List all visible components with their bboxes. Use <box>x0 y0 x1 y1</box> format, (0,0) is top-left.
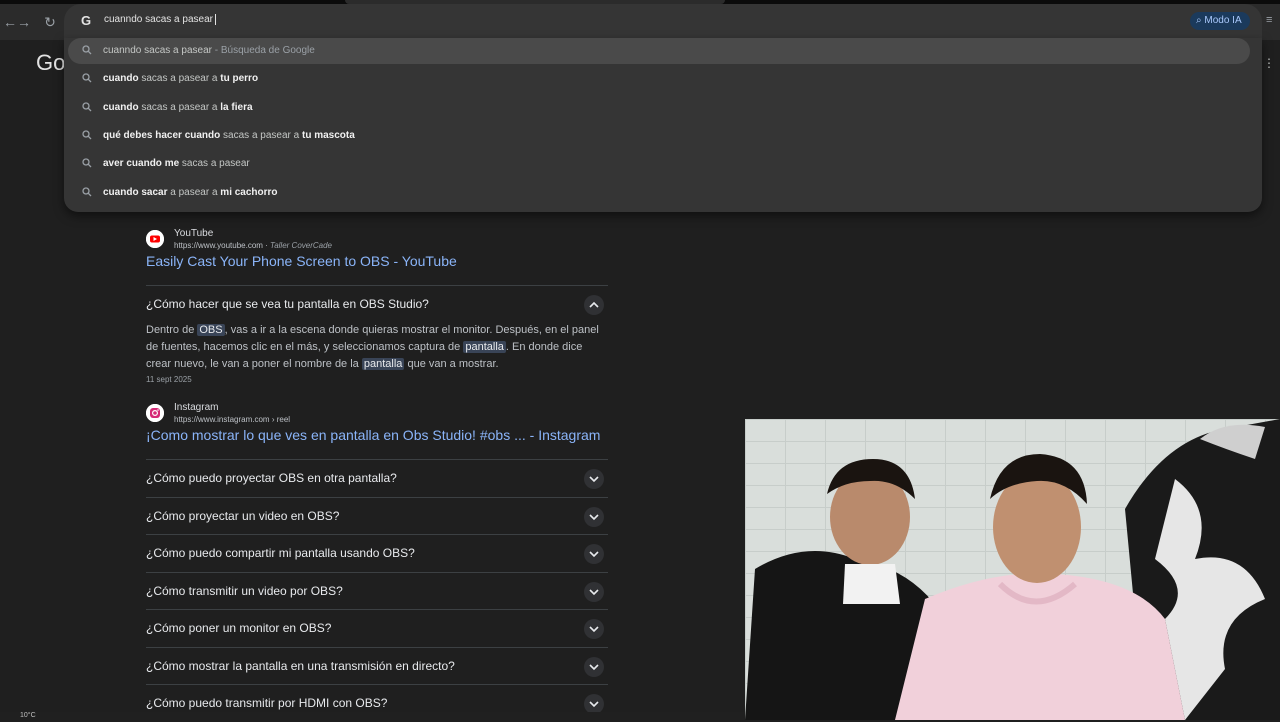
faq-item[interactable]: ¿Cómo transmitir un video por OBS? <box>146 571 608 610</box>
suggestion-item[interactable]: cuanndo sacas a pasear - Búsqueda de Goo… <box>68 38 1250 64</box>
google-logo-partial[interactable]: Go <box>36 50 65 76</box>
modo-ia-label: Modo IA <box>1204 15 1242 26</box>
search-icon <box>82 101 92 112</box>
faq-item[interactable]: ¿Cómo proyectar un video en OBS? <box>146 496 608 535</box>
chevron-down-icon[interactable] <box>584 581 604 602</box>
faq-item[interactable]: ¿Cómo mostrar la pantalla en una transmi… <box>146 646 608 685</box>
webcam-people-image <box>745 419 1280 720</box>
suggestion-item[interactable]: cuando sacas a pasear a tu perro <box>68 66 1250 92</box>
highlighted-term: pantalla <box>361 358 405 370</box>
chevron-down-icon[interactable] <box>584 544 604 564</box>
webcam-overlay <box>745 419 1280 720</box>
suggestion-text: aver cuando me sacas a pasear <box>103 158 250 169</box>
chevron-down-icon[interactable] <box>584 469 604 489</box>
faq-question: ¿Cómo mostrar la pantalla en una transmi… <box>146 658 455 673</box>
suggestion-text: cuando sacas a pasear a la fiera <box>103 102 253 113</box>
forward-arrow-icon[interactable]: → <box>14 12 34 32</box>
suggestion-fragment: la fiera <box>220 101 253 113</box>
suggestion-item[interactable]: cuando sacar a pasear a mi cachorro <box>68 180 1250 206</box>
faq-answer: Dentro de OBS, vas a ir a la escena dond… <box>146 322 608 373</box>
suggestion-fragment: tu perro <box>220 73 259 85</box>
search-icon <box>82 186 92 197</box>
chevron-down-icon[interactable] <box>584 619 604 639</box>
faq-item[interactable]: ¿Cómo puedo proyectar OBS en otra pantal… <box>146 459 608 497</box>
source-channel: Taller CoverCade <box>270 241 333 250</box>
chevron-down-icon[interactable] <box>584 694 604 714</box>
weather-temperature: 10°C <box>20 712 36 719</box>
result-youtube: YouTube https://www.youtube.com · Taller… <box>146 228 616 278</box>
faq-question: ¿Cómo hacer que se vea tu pantalla en OB… <box>146 297 429 311</box>
instagram-favicon-icon <box>146 404 164 422</box>
suggestion-fragment: tu mascota <box>301 129 355 141</box>
omnibox[interactable]: G cuanndo sacas a pasear <box>64 4 1262 38</box>
faq-item[interactable]: ¿Cómo poner un monitor en OBS? <box>146 609 608 647</box>
suggestion-fragment: cuando <box>103 101 139 113</box>
faq-open[interactable]: ¿Cómo hacer que se vea tu pantalla en OB… <box>146 285 608 323</box>
suggestion-text: cuando sacas a pasear a tu perro <box>103 73 258 84</box>
highlighted-term: OBS <box>197 324 225 336</box>
chevron-up-icon[interactable] <box>584 295 604 315</box>
faq-question: ¿Cómo puedo proyectar OBS en otra pantal… <box>146 471 397 485</box>
apps-grid-icon[interactable]: ⋮⋮ <box>1263 57 1280 69</box>
omnibox-input[interactable]: cuanndo sacas a pasear <box>104 14 216 25</box>
highlighted-term: pantalla <box>463 341 506 353</box>
source-path: › reel <box>269 415 291 424</box>
suggestion-fragment: qué debes hacer cuando <box>103 129 221 141</box>
text-caret <box>214 14 216 25</box>
omnibox-value: cuanndo sacas a pasear <box>104 14 213 26</box>
answer-text: Dentro de <box>146 324 198 336</box>
suggestion-fragment: sacas a pasear a <box>138 73 221 85</box>
source-url[interactable]: https://www.instagram.com › reel <box>174 415 290 424</box>
faq-item[interactable]: ¿Cómo puedo compartir mi pantalla usando… <box>146 534 608 572</box>
search-icon <box>82 73 92 83</box>
faq-question: ¿Cómo transmitir un video por OBS? <box>146 583 343 598</box>
suggestion-fragment: sacas a pasear a <box>138 101 221 113</box>
chevron-down-icon[interactable] <box>584 656 604 677</box>
suggestion-text: cuanndo sacas a pasear - Búsqueda de Goo… <box>103 45 315 56</box>
result-title-link[interactable]: Easily Cast Your Phone Screen to OBS - Y… <box>146 253 457 269</box>
taskbar: 10°C <box>0 712 745 720</box>
suggestion-fragment: - Búsqueda de Google <box>211 45 315 56</box>
source-url-text: https://www.youtube.com <box>174 241 263 250</box>
source-url-text: https://www.instagram.com <box>174 415 270 424</box>
source-url[interactable]: https://www.youtube.com · Taller CoverCa… <box>174 241 332 250</box>
suggestion-item[interactable]: aver cuando me sacas a pasear <box>68 151 1250 177</box>
suggestion-item[interactable]: cuando sacas a pasear a la fiera <box>68 95 1250 121</box>
search-icon <box>82 130 92 140</box>
faq-question: ¿Cómo puedo transmitir por HDMI con OBS? <box>146 696 388 710</box>
suggestion-text: qué debes hacer cuando sacas a pasear a … <box>103 130 355 141</box>
faq-question: ¿Cómo poner un monitor en OBS? <box>146 621 332 635</box>
reload-icon[interactable]: ↻ <box>40 12 60 32</box>
suggestion-fragment: sacas a pasear a <box>220 129 302 141</box>
suggestion-text: cuando sacar a pasear a mi cachorro <box>103 187 278 198</box>
google-g-icon: G <box>80 13 92 28</box>
youtube-favicon-icon <box>146 230 164 248</box>
faq-question: ¿Cómo puedo compartir mi pantalla usando… <box>146 546 415 560</box>
suggestion-fragment: mi cachorro <box>220 186 278 198</box>
result-instagram: Instagram https://www.instagram.com › re… <box>146 402 616 452</box>
search-icon <box>82 158 92 168</box>
faq-question: ¿Cómo proyectar un video en OBS? <box>146 508 340 523</box>
suggestion-item[interactable]: qué debes hacer cuando sacas a pasear a … <box>68 123 1250 149</box>
chevron-down-icon[interactable] <box>584 506 604 527</box>
suggestion-fragment: sacas a pasear <box>179 158 250 170</box>
faq-answer-date: 11 sept 2025 <box>146 375 192 384</box>
autocomplete-dropdown: cuanndo sacas a pasear - Búsqueda de Goo… <box>64 38 1262 212</box>
source-name: Instagram <box>174 402 219 413</box>
suggestion-fragment: a pasear a <box>167 186 221 198</box>
suggestion-fragment: cuando <box>103 73 139 85</box>
suggestion-fragment: cuanndo sacas a pasear <box>103 45 212 56</box>
suggestion-fragment: aver cuando me <box>103 158 180 170</box>
search-sparkle-icon: ⌕ <box>1196 15 1202 26</box>
suggestion-fragment: cuando sacar <box>103 186 168 198</box>
source-name: YouTube <box>174 228 214 239</box>
result-title-link[interactable]: ¡Como mostrar lo que ves en pantalla en … <box>146 427 600 443</box>
answer-text: que van a mostrar. <box>404 358 499 370</box>
modo-ia-button[interactable]: ⌕ Modo IA <box>1190 12 1250 30</box>
menu-lines-icon[interactable]: ≡ <box>1266 14 1278 26</box>
search-icon <box>82 45 92 55</box>
